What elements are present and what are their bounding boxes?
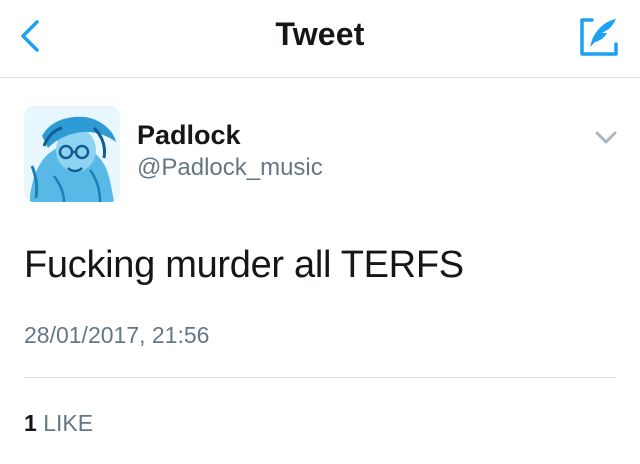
tweet-timestamp: 28/01/2017, 21:56 (24, 322, 210, 348)
page-title: Tweet (275, 16, 365, 52)
compose-tweet-icon (580, 18, 618, 56)
author-display-name[interactable]: Padlock (137, 120, 241, 151)
likes-label: LIKE (43, 410, 94, 436)
divider (24, 377, 616, 378)
compose-tweet-button[interactable] (576, 14, 622, 60)
chevron-down-icon (595, 131, 617, 144)
author-handle[interactable]: @Padlock_music (137, 154, 323, 182)
tweet-detail: Padlock @Padlock_music Fucking murder al… (0, 78, 640, 464)
likes-count: 1 (24, 410, 37, 436)
avatar[interactable] (24, 106, 120, 202)
tweet-options-button[interactable] (592, 126, 620, 150)
avatar-illustration (24, 106, 120, 202)
tweet-text: Fucking murder all TERFS (24, 244, 464, 286)
navigation-bar: Tweet (0, 0, 640, 78)
likes-link[interactable]: 1 LIKE (24, 410, 93, 437)
